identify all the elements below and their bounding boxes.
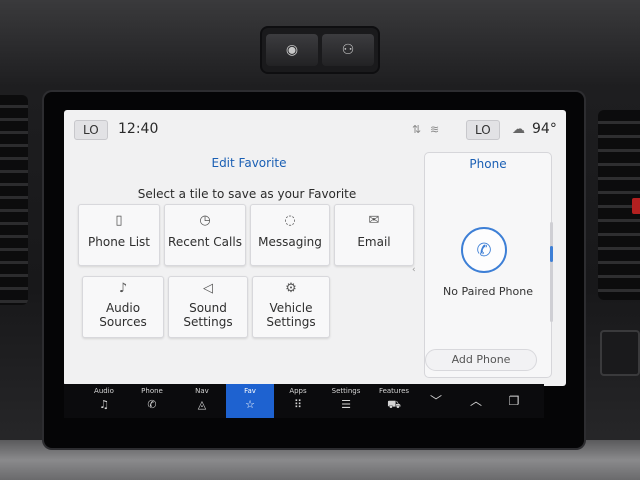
vehicle-settings-icon: ⚙: [285, 281, 297, 296]
dock-apps[interactable]: Apps ⠿: [274, 384, 322, 418]
bottom-nav-dock: Audio ♫ Phone ✆ Nav ◬ Fav ☆ Apps ⠿ Setti…: [64, 384, 544, 418]
hazard-button-pod: ◉ ⚇: [262, 28, 378, 72]
dock-nav[interactable]: Nav ◬: [178, 384, 226, 418]
vent-tag: [632, 198, 640, 214]
dock-overlap[interactable]: ❐: [490, 384, 538, 418]
add-phone-button[interactable]: Add Phone: [425, 349, 537, 371]
dock-label: Audio: [94, 387, 114, 395]
clock-icon: ◷: [199, 213, 211, 228]
navigation-icon: ◬: [197, 398, 207, 411]
dock-label: Apps: [289, 387, 307, 395]
dock-label: Fav: [244, 387, 256, 395]
clock: 12:40: [118, 121, 159, 137]
chat-bubbles-icon: ◌: [284, 213, 296, 228]
no-paired-phone-text: No Paired Phone: [443, 285, 533, 298]
tile-vehicle-settings[interactable]: ⚙ Vehicle Settings: [252, 276, 330, 338]
dock-label: Phone: [141, 387, 163, 395]
envelope-icon: ✉: [368, 213, 380, 228]
park-assist-button[interactable]: ⚇: [322, 34, 374, 66]
tile-label: Audio Sources: [99, 301, 147, 329]
apps-grid-icon: ⠿: [293, 398, 303, 411]
tile-label: Sound Settings: [183, 301, 233, 329]
tile-recent-calls[interactable]: ◷ Recent Calls: [164, 204, 246, 266]
speaker-icon: ◁: [203, 281, 213, 296]
dock-features[interactable]: Features ⛟: [370, 384, 418, 418]
overlap-squares-icon: ❐: [508, 394, 520, 408]
music-note-icon: ♫: [99, 398, 109, 411]
edit-favorite-instructions: Select a tile to save as your Favorite: [137, 187, 357, 201]
infotainment-screen: LO 12:40 ⇅ ≋ LO ☁ 94° Edit Favorite Sele…: [64, 110, 566, 386]
phone-call-button[interactable]: ✆: [461, 227, 507, 273]
panel-scrollbar[interactable]: [550, 222, 553, 322]
left-air-vent: [0, 95, 28, 305]
dock-phone[interactable]: Phone ✆: [128, 384, 176, 418]
tile-sound-settings[interactable]: ◁ Sound Settings: [168, 276, 248, 338]
phone-handset-icon: ✆: [476, 239, 492, 261]
dock-settings[interactable]: Settings ☰: [322, 384, 370, 418]
dock-fav[interactable]: Fav ☆: [226, 384, 274, 418]
left-climate-lo[interactable]: LO: [74, 120, 108, 140]
edit-favorite-title: Edit Favorite: [211, 156, 287, 170]
side-control-button[interactable]: [600, 330, 640, 376]
truck-icon: ⛟: [387, 398, 401, 411]
star-icon: ☆: [245, 398, 255, 411]
camera-icon: ◉: [285, 42, 299, 58]
tile-label: Recent Calls: [168, 235, 242, 249]
tile-messaging[interactable]: ◌ Messaging: [250, 204, 330, 266]
tile-label: Messaging: [258, 235, 322, 249]
scroll-left-indicator-icon: ‹: [412, 265, 416, 275]
settings-sliders-icon: ☰: [341, 398, 351, 411]
camera-button[interactable]: ◉: [266, 34, 318, 66]
tile-audio-sources[interactable]: ♪ Audio Sources: [82, 276, 164, 338]
park-assist-icon: ⚇: [341, 42, 355, 58]
panel-scroll-thumb[interactable]: [550, 246, 553, 262]
wifi-icon: ≋: [430, 123, 440, 136]
phone-icon: ✆: [147, 398, 157, 411]
tile-label: Vehicle Settings: [266, 301, 316, 329]
audio-sources-icon: ♪: [118, 281, 128, 296]
sync-arrows-icon: ⇅: [412, 123, 422, 136]
dock-label: Features: [378, 387, 410, 395]
weather-cloud-icon: ☁: [512, 122, 525, 137]
tile-email[interactable]: ✉ Email: [334, 204, 414, 266]
phone-list-icon: ▯: [115, 213, 123, 228]
tile-label: Email: [357, 235, 391, 249]
phone-panel: Phone ✆ No Paired Phone Add Phone: [424, 152, 552, 378]
right-climate-lo[interactable]: LO: [466, 120, 500, 140]
tile-label: Phone List: [88, 235, 150, 249]
outside-temperature: 94°: [532, 121, 557, 137]
dock-label: Settings: [331, 387, 361, 395]
dock-label: Nav: [195, 387, 209, 395]
status-bar: LO 12:40 ⇅ ≋ LO ☁ 94°: [64, 110, 566, 150]
phone-panel-title: Phone: [469, 157, 507, 171]
tile-phone-list[interactable]: ▯ Phone List: [78, 204, 160, 266]
dock-audio[interactable]: Audio ♫: [80, 384, 128, 418]
